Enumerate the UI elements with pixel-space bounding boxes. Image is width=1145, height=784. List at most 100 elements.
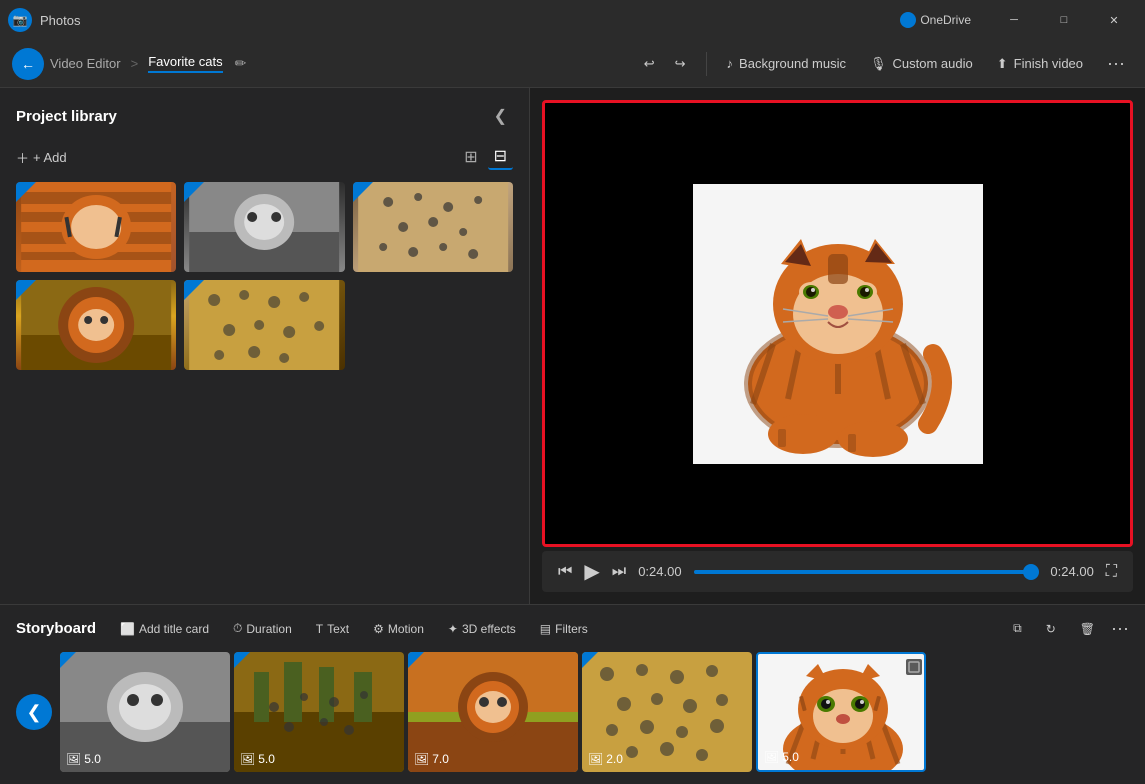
selected-corner-1: [16, 182, 36, 202]
view-toggle: ⊞ ⊟: [458, 144, 513, 170]
storyboard-more-button[interactable]: ···: [1111, 618, 1129, 639]
image-icon-2: 🖼: [240, 752, 255, 766]
progress-fill: [694, 570, 1039, 574]
library-toolbar: ＋ + Add ⊞ ⊟: [16, 144, 513, 170]
right-panel: ⏮ ▶ ⏭ 0:24.00 0:24.00 ⛶: [530, 88, 1145, 604]
finish-video-button[interactable]: ⬆ Finish video: [989, 52, 1091, 76]
effects-icon: ✦: [448, 622, 458, 636]
back-icon: ←: [21, 56, 35, 72]
duration-icon: ⏱: [233, 621, 242, 636]
item-4-duration: 🖼 2.0: [588, 752, 623, 766]
toolbar: ← Video Editor > Favorite cats ✏ ↩ ↪ ♪ B…: [0, 40, 1145, 88]
storyboard-item-1[interactable]: 🖼 5.0: [60, 652, 230, 772]
storyboard-item-5[interactable]: 🖼 5.0: [756, 652, 926, 772]
undo-redo-group: ↩ ↪: [636, 52, 694, 76]
back-button[interactable]: ←: [12, 48, 44, 80]
copy-clip-button[interactable]: ⧉: [1005, 617, 1030, 640]
onedrive-area: OneDrive: [900, 12, 971, 28]
corner-1: [60, 652, 76, 668]
storyboard-header: Storyboard ⬜ Add title card ⏱ Duration T…: [16, 617, 1129, 640]
minimize-button[interactable]: ─: [991, 4, 1037, 36]
breadcrumb-separator: >: [131, 56, 139, 71]
image-icon-1: 🖼: [66, 752, 81, 766]
custom-audio-button[interactable]: 🎙 Custom audio: [862, 52, 981, 76]
rotate-clip-button[interactable]: ↻: [1038, 618, 1064, 640]
text-button[interactable]: T Text: [308, 618, 357, 640]
storyboard-title: Storyboard: [16, 620, 96, 637]
scroll-left-button[interactable]: ❮: [16, 694, 52, 730]
redo-button[interactable]: ↪: [667, 52, 694, 76]
titlebar-left: 📷 Photos: [8, 8, 80, 32]
filters-icon: ▤: [540, 622, 551, 636]
media-item-3[interactable]: [353, 182, 513, 272]
titlebar: 📷 Photos OneDrive ─ □ ✕: [0, 0, 1145, 40]
storyboard-item-3[interactable]: 🖼 7.0: [408, 652, 578, 772]
main-area: Project library ❮ ＋ + Add ⊞ ⊟: [0, 88, 1145, 604]
onedrive-label: OneDrive: [920, 13, 971, 27]
effects-3d-button[interactable]: ✦ 3D effects: [440, 618, 524, 640]
maximize-button[interactable]: □: [1041, 4, 1087, 36]
lion-thumb: [16, 280, 176, 370]
duration-button[interactable]: ⏱ Duration: [225, 617, 300, 640]
close-button[interactable]: ✕: [1091, 4, 1137, 36]
item-5-duration: 🖼 5.0: [764, 750, 799, 764]
toolbar-breadcrumb: ← Video Editor > Favorite cats ✏: [12, 48, 628, 80]
delete-clip-button[interactable]: 🗑: [1072, 618, 1103, 640]
corner-2: [234, 652, 250, 668]
mountain-lion-thumb: [184, 182, 344, 272]
breadcrumb-parent[interactable]: Video Editor: [50, 56, 121, 71]
media-item-1[interactable]: [16, 182, 176, 272]
project-library-title: Project library: [16, 108, 117, 125]
toolbar-divider: [706, 52, 707, 76]
motion-button[interactable]: ⚙ Motion: [365, 618, 432, 640]
progress-bar[interactable]: [694, 570, 1039, 574]
add-title-card-button[interactable]: ⬜ Add title card: [112, 618, 217, 640]
storyboard: Storyboard ⬜ Add title card ⏱ Duration T…: [0, 604, 1145, 784]
play-button[interactable]: ▶: [584, 559, 599, 584]
collapse-button[interactable]: ❮: [488, 104, 513, 128]
leopard-thumb: [184, 280, 344, 370]
more-menu-button[interactable]: ···: [1099, 49, 1133, 78]
prev-button[interactable]: ⏮: [558, 563, 572, 581]
corner-3: [408, 652, 424, 668]
titlebar-right: OneDrive ─ □ ✕: [900, 4, 1137, 36]
edit-icon[interactable]: ✏: [235, 55, 247, 72]
image-icon-3: 🖼: [414, 752, 429, 766]
fullscreen-button[interactable]: ⛶: [1106, 563, 1117, 581]
redo-icon: ↪: [675, 56, 686, 72]
left-panel: Project library ❮ ＋ + Add ⊞ ⊟: [0, 88, 530, 604]
media-item-2[interactable]: [184, 182, 344, 272]
motion-icon: ⚙: [373, 622, 384, 636]
storyboard-item-2[interactable]: 🖼 5.0: [234, 652, 404, 772]
project-library: Project library ❮ ＋ + Add ⊞ ⊟: [0, 88, 529, 604]
selected-corner-4: [16, 280, 36, 300]
selected-corner-5: [184, 280, 204, 300]
preview-tiger-svg: [693, 184, 983, 464]
selected-corner-2: [184, 182, 204, 202]
background-music-button[interactable]: ♪ Background music: [719, 52, 854, 75]
media-grid: [16, 182, 513, 370]
undo-button[interactable]: ↩: [636, 52, 663, 76]
music-icon: ♪: [727, 56, 734, 71]
tiger-thumb-svg: [16, 182, 176, 272]
image-icon-5: 🖼: [764, 750, 779, 764]
add-media-button[interactable]: ＋ + Add: [16, 148, 67, 167]
list-view-button[interactable]: ⊟: [488, 144, 513, 170]
total-time: 0:24.00: [1050, 564, 1093, 579]
corner-4: [582, 652, 598, 668]
add-icon: ＋: [16, 148, 29, 167]
filters-button[interactable]: ▤ Filters: [532, 618, 596, 640]
video-controls: ⏮ ▶ ⏭ 0:24.00 0:24.00 ⛶: [542, 551, 1133, 592]
grid-view-button[interactable]: ⊞: [458, 144, 483, 170]
next-button[interactable]: ⏭: [612, 563, 626, 581]
media-item-4[interactable]: [16, 280, 176, 370]
app-title: Photos: [40, 13, 80, 28]
project-library-header: Project library ❮: [16, 104, 513, 128]
onedrive-icon: [900, 12, 916, 28]
media-item-5[interactable]: [184, 280, 344, 370]
storyboard-item-4[interactable]: 🖼 2.0: [582, 652, 752, 772]
item-3-duration: 🖼 7.0: [414, 752, 449, 766]
finish-icon: ⬆: [997, 56, 1008, 72]
video-content: [545, 103, 1130, 544]
undo-icon: ↩: [644, 56, 655, 72]
